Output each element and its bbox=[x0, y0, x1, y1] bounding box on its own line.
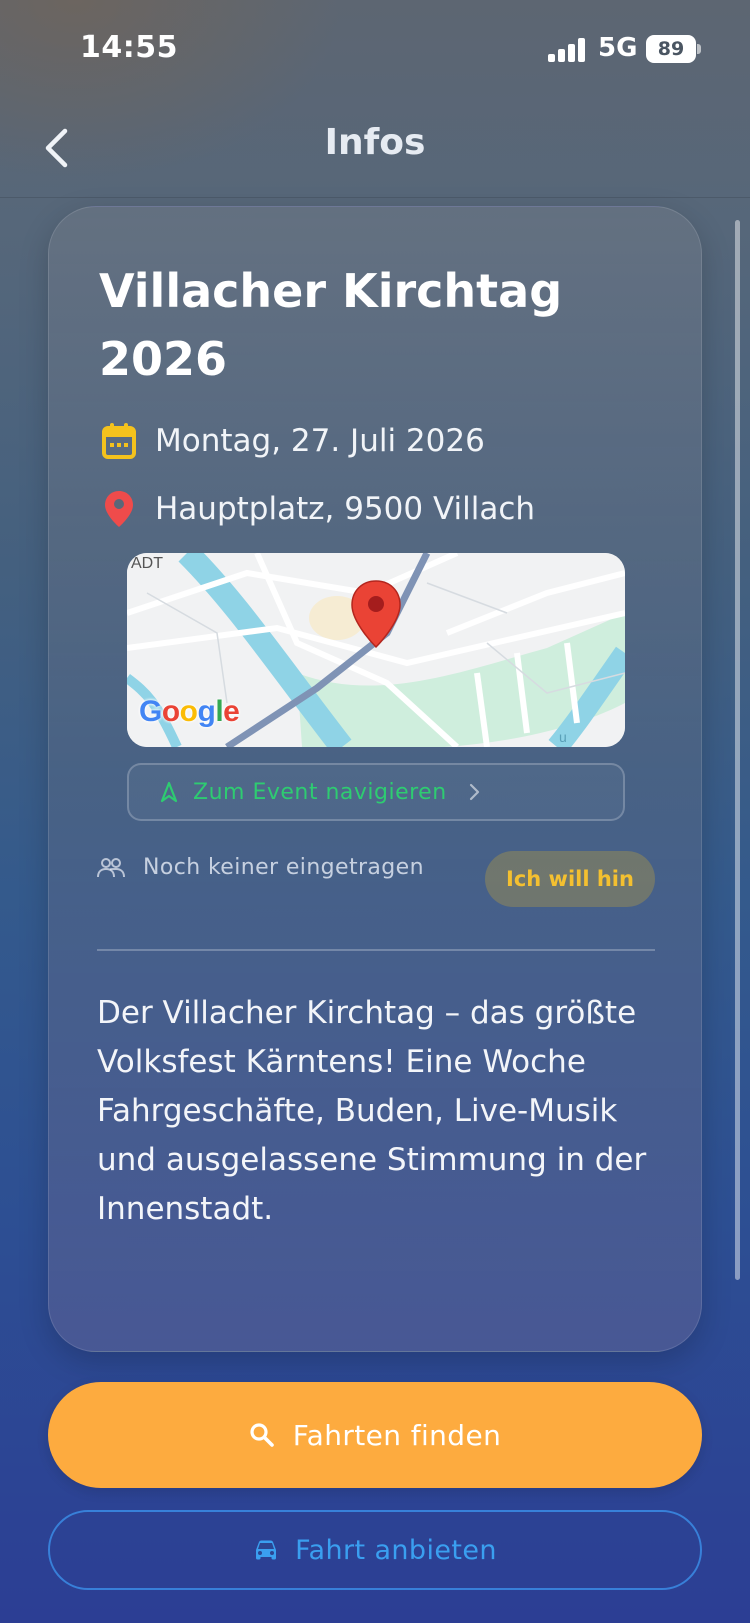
scrollbar[interactable] bbox=[735, 220, 740, 1280]
status-bar: 14:55 5G 89 bbox=[0, 0, 750, 100]
attendees-row: Noch keiner eingetragen bbox=[97, 855, 424, 880]
attendees-label: Noch keiner eingetragen bbox=[143, 855, 424, 880]
page-title: Infos bbox=[324, 122, 426, 163]
event-location: Hauptplatz, 9500 Villach bbox=[155, 491, 536, 527]
divider bbox=[97, 949, 655, 951]
calendar-icon bbox=[99, 421, 139, 461]
offer-ride-label: Fahrt anbieten bbox=[295, 1534, 497, 1566]
navigate-label: Zum Event navigieren bbox=[193, 779, 447, 805]
nav-header: Infos bbox=[0, 100, 750, 198]
find-rides-button[interactable]: Fahrten finden bbox=[48, 1382, 702, 1488]
find-rides-label: Fahrten finden bbox=[292, 1418, 502, 1452]
map-street-label: u bbox=[559, 729, 567, 745]
event-location-row: Hauptplatz, 9500 Villach bbox=[99, 489, 535, 529]
people-icon bbox=[97, 857, 125, 877]
navigation-arrow-icon bbox=[160, 781, 178, 803]
signal-icon bbox=[548, 38, 586, 62]
event-description: Der Villacher Kirchtag – das größte Volk… bbox=[97, 995, 647, 1227]
search-icon bbox=[250, 1423, 274, 1447]
network-label: 5G bbox=[598, 33, 638, 63]
event-date: Montag, 27. Juli 2026 bbox=[155, 423, 485, 459]
location-pin-icon bbox=[99, 489, 139, 529]
offer-ride-button[interactable]: Fahrt anbieten bbox=[48, 1510, 702, 1590]
battery-level: 89 bbox=[646, 35, 696, 63]
map-district-label: ADT bbox=[131, 555, 163, 572]
want-to-go-button[interactable]: Ich will hin bbox=[485, 851, 655, 907]
map-view[interactable]: ADT u Google bbox=[127, 553, 625, 747]
google-logo: Google bbox=[139, 695, 240, 728]
navigate-button[interactable]: Zum Event navigieren bbox=[127, 763, 625, 821]
event-date-row: Montag, 27. Juli 2026 bbox=[99, 421, 485, 461]
battery-icon: 89 bbox=[646, 35, 701, 63]
event-card: Villacher Kirchtag 2026 Montag, 27. Juli… bbox=[48, 206, 702, 1352]
chevron-right-icon bbox=[469, 783, 479, 801]
status-time: 14:55 bbox=[80, 30, 178, 65]
car-icon bbox=[256, 1540, 277, 1560]
event-title: Villacher Kirchtag 2026 bbox=[99, 264, 563, 386]
